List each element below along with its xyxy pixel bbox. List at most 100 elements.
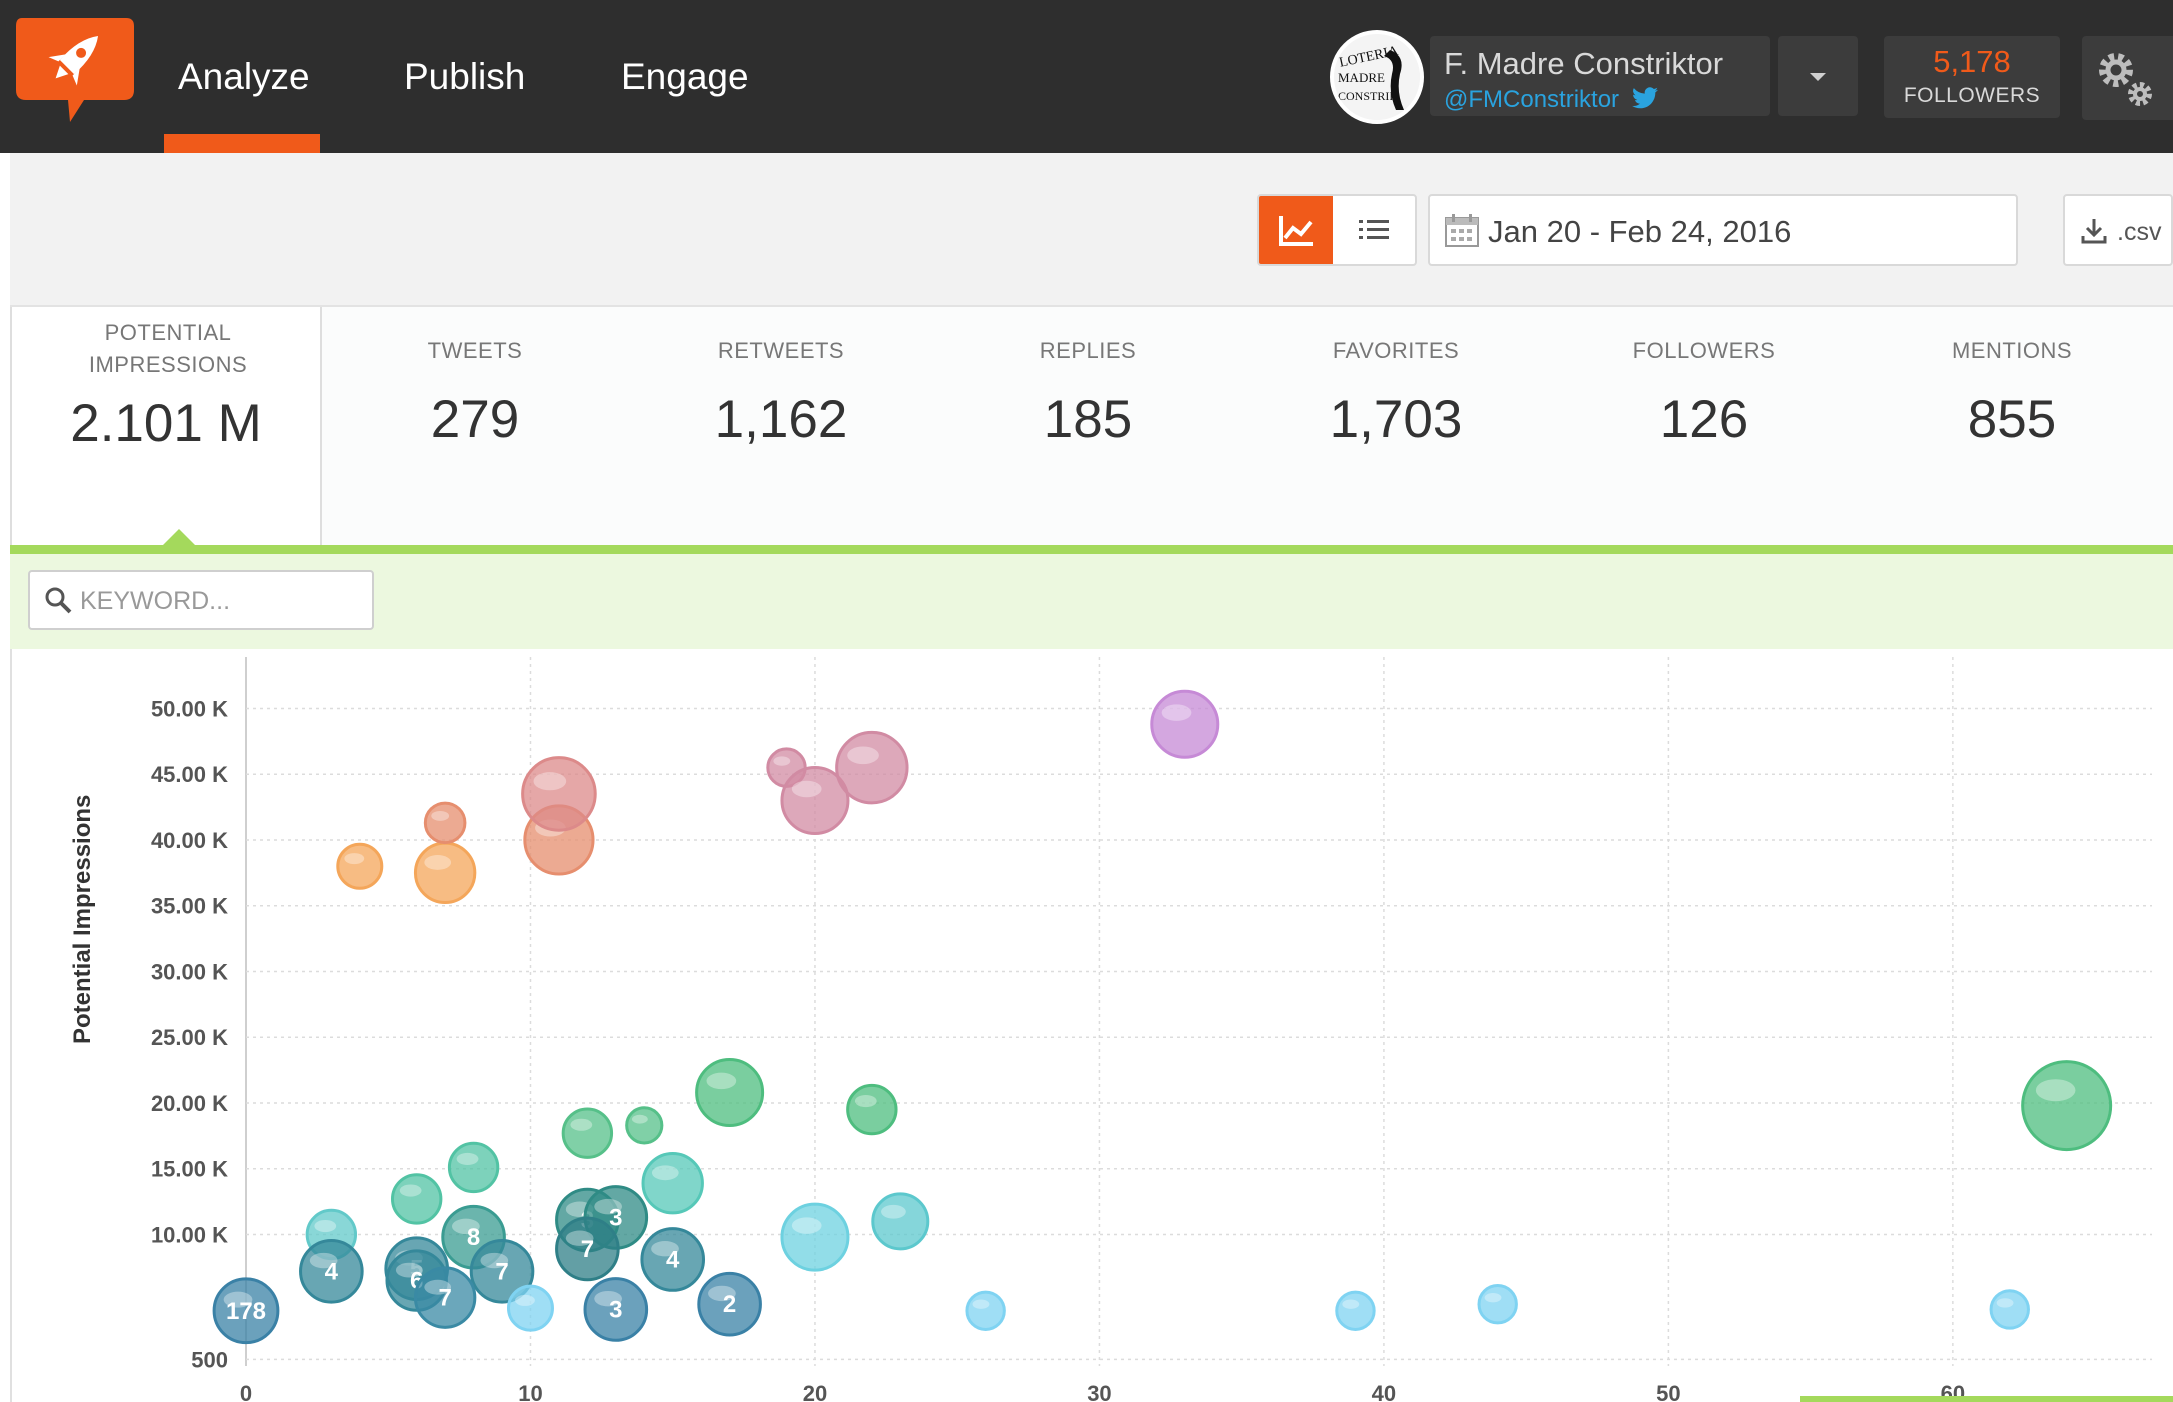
y-tick-label: 40.00 K [151, 828, 228, 853]
bubble-count-label: 7 [495, 1258, 508, 1285]
tab-publish[interactable]: Publish [404, 56, 525, 98]
metrics-strip: POTENTIAL IMPRESSIONS 2.101 M TWEETS 279… [10, 305, 2173, 547]
bubble-highlight [456, 1152, 479, 1166]
chart-bubble[interactable] [625, 1106, 664, 1145]
bubble-highlight [706, 1072, 737, 1090]
metric-potential-impressions[interactable]: POTENTIAL IMPRESSIONS 2.101 M [10, 307, 322, 547]
date-range-picker[interactable]: Jan 20 - Feb 24, 2016 [1428, 194, 2018, 266]
chart-bubble[interactable] [1477, 1283, 1518, 1325]
bubble-highlight [854, 1095, 877, 1108]
followers-counter[interactable]: 5,178 FOLLOWERS [1884, 36, 2060, 118]
metric-value: 2.101 M [70, 394, 262, 453]
followers-count: 5,178 [1933, 44, 2011, 79]
chart-bubble[interactable] [871, 1192, 930, 1251]
bubble-highlight [1996, 1298, 2014, 1308]
chart-bubble[interactable] [447, 1141, 500, 1194]
chart-bubble[interactable] [506, 1284, 554, 1332]
tab-engage[interactable]: Engage [621, 56, 749, 98]
metric-replies[interactable]: REPLIES 185 [934, 307, 1242, 547]
profile-selector[interactable]: LOTERIA MADRE CONSTRIK F. Madre Constrik… [1330, 26, 1770, 124]
profile-name: F. Madre Constriktor [1444, 46, 1724, 81]
chart-bubble[interactable]: 4 [299, 1239, 364, 1304]
bubble-circle [561, 1107, 614, 1159]
rocket-icon[interactable] [12, 12, 136, 130]
metric-value: 1,703 [1329, 390, 1463, 449]
bubble-circle [780, 1202, 850, 1272]
chart-bubble[interactable] [780, 1202, 850, 1272]
bubble-count-label: 8 [467, 1224, 480, 1251]
chart-bubble[interactable]: 2 [697, 1271, 762, 1337]
chart-bubble[interactable]: 7 [413, 1266, 477, 1329]
bubble-count-label: 4 [325, 1258, 339, 1285]
metric-followers[interactable]: FOLLOWERS 126 [1550, 307, 1858, 547]
chart-bubble[interactable] [390, 1173, 443, 1225]
metric-value: 279 [430, 390, 520, 449]
x-tick-label: 50 [1656, 1381, 1680, 1402]
bubble-circle [506, 1284, 554, 1332]
bubble-count-label: 3 [609, 1296, 622, 1323]
keyword-search-box[interactable] [28, 570, 374, 630]
bubble-count-label: 4 [666, 1246, 680, 1273]
bubble-circle [336, 842, 384, 890]
bubble-circle [641, 1152, 704, 1215]
svg-text:CONSTRIK: CONSTRIK [1338, 89, 1398, 103]
chart-bubble[interactable] [423, 801, 467, 845]
profile-info[interactable]: F. Madre Constriktor @FMConstriktor [1430, 36, 1770, 116]
metric-value: 185 [1043, 390, 1133, 449]
chart-bubble[interactable]: 3 [583, 1277, 649, 1342]
y-tick-label: 30.00 K [151, 959, 228, 984]
bubble-circle [965, 1290, 1006, 1331]
bubble-highlight [631, 1114, 648, 1124]
chart-bubble[interactable]: 4 [640, 1227, 706, 1292]
x-tick-label: 30 [1087, 1381, 1111, 1402]
bubble-circle [871, 1192, 930, 1251]
gear-icon [2099, 53, 2152, 106]
chart-bubble[interactable] [2021, 1060, 2113, 1152]
metric-label: POTENTIAL IMPRESSIONS [88, 320, 248, 377]
metric-label: REPLIES [1039, 338, 1137, 363]
metric-tweets[interactable]: TWEETS 279 [322, 307, 628, 547]
export-csv-button[interactable]: .csv [2063, 194, 2173, 266]
chart-bubble[interactable] [835, 730, 909, 805]
metric-retweets[interactable]: RETWEETS 1,162 [628, 307, 934, 547]
bubble-circle [835, 730, 909, 805]
bubble-highlight [399, 1184, 422, 1197]
horizontal-scrollbar[interactable] [1800, 1396, 2173, 1402]
metric-favorites[interactable]: FAVORITES 1,703 [1242, 307, 1550, 547]
tab-analyze[interactable]: Analyze [178, 56, 310, 98]
settings-button[interactable] [2082, 36, 2173, 120]
x-tick-label: 40 [1372, 1381, 1396, 1402]
chart-bubble[interactable] [846, 1083, 898, 1136]
chart-bubble[interactable]: 7 [555, 1216, 620, 1282]
bubble-circle [2021, 1060, 2113, 1152]
list-view-button[interactable] [1333, 196, 1415, 264]
chart-bubble[interactable] [521, 756, 597, 832]
bubble-circle [390, 1173, 443, 1225]
csv-label: .csv [2117, 218, 2162, 246]
metric-value: 855 [1967, 390, 2057, 449]
chart-bubble[interactable] [965, 1290, 1006, 1331]
chart-bubble[interactable] [1150, 689, 1220, 759]
bubble-circle [1150, 689, 1220, 759]
chart-bubble[interactable] [1989, 1289, 2030, 1330]
chart-bubble[interactable] [336, 842, 384, 890]
chart-bubble[interactable] [413, 841, 477, 905]
active-tab-indicator [164, 134, 320, 153]
metric-label: TWEETS [427, 338, 523, 363]
metric-value: 1,162 [714, 390, 848, 449]
profile-dropdown-button[interactable] [1778, 36, 1858, 116]
chart-bubble[interactable] [695, 1057, 765, 1127]
chart-bubble[interactable]: 178 [212, 1277, 280, 1345]
bubble-highlight [972, 1299, 990, 1309]
metric-mentions[interactable]: MENTIONS 855 [1858, 307, 2166, 547]
chart-view-button[interactable] [1259, 196, 1333, 264]
chart-bubble[interactable] [561, 1107, 614, 1159]
bubble-highlight [1342, 1299, 1360, 1309]
bubble-highlight [344, 853, 365, 865]
keyword-input[interactable] [80, 582, 360, 620]
avatar[interactable]: LOTERIA MADRE CONSTRIK [1330, 30, 1424, 124]
bubble-highlight [2035, 1079, 2076, 1102]
chart-bubble[interactable] [1335, 1290, 1376, 1331]
bubble-chart: Potential Impressions 500 10.00 K 15.00 K2… [10, 649, 2173, 1402]
chart-bubble[interactable] [641, 1152, 704, 1215]
